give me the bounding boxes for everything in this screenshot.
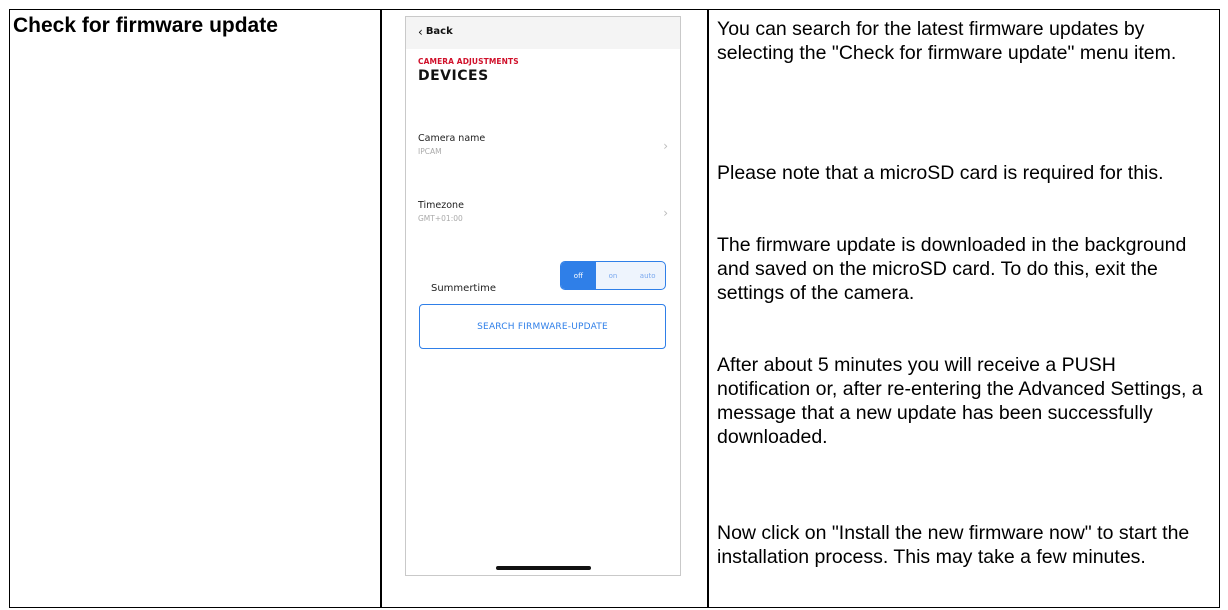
summertime-toggle: off on auto [560,261,666,290]
step-heading: Check for firmware update [13,14,278,37]
description-paragraph: The firmware update is downloaded in the… [717,234,1187,304]
description-paragraph: Please note that a microSD card is requi… [717,162,1164,184]
back-label: Back [425,26,453,37]
timezone-label: Timezone [418,200,464,211]
summertime-label: Summertime [431,283,497,294]
section-title: DEVICES [418,68,489,84]
camera-name-label: Camera name [418,133,486,144]
timezone-value: GMT+01:00 [418,214,463,223]
description-paragraph: After about 5 minutes you will receive a… [717,354,1203,448]
camera-name-row[interactable]: Camera name IPCAM › [418,133,668,161]
home-indicator [496,566,591,570]
camera-name-value: IPCAM [418,147,442,156]
section-label: CAMERA ADJUSTMENTS [418,57,519,66]
summertime-option-off[interactable]: off [561,262,596,289]
timezone-row[interactable]: Timezone GMT+01:00 › [418,200,668,228]
description-paragraph: Now click on "Install the new firmware n… [717,522,1190,568]
description-paragraph: You can search for the latest firmware u… [717,18,1177,64]
chevron-right-icon: › [663,139,668,153]
summertime-option-auto[interactable]: auto [630,262,665,289]
column-divider [707,10,709,607]
back-button[interactable]: ‹ Back [418,24,453,39]
summertime-option-on[interactable]: on [596,262,631,289]
phone-screenshot: ‹ Back CAMERA ADJUSTMENTS DEVICES Camera… [405,16,681,576]
column-divider [380,10,382,607]
chevron-left-icon: ‹ [418,24,423,39]
search-firmware-button[interactable]: SEARCH FIRMWARE-UPDATE [419,304,666,349]
chevron-right-icon: › [663,206,668,220]
